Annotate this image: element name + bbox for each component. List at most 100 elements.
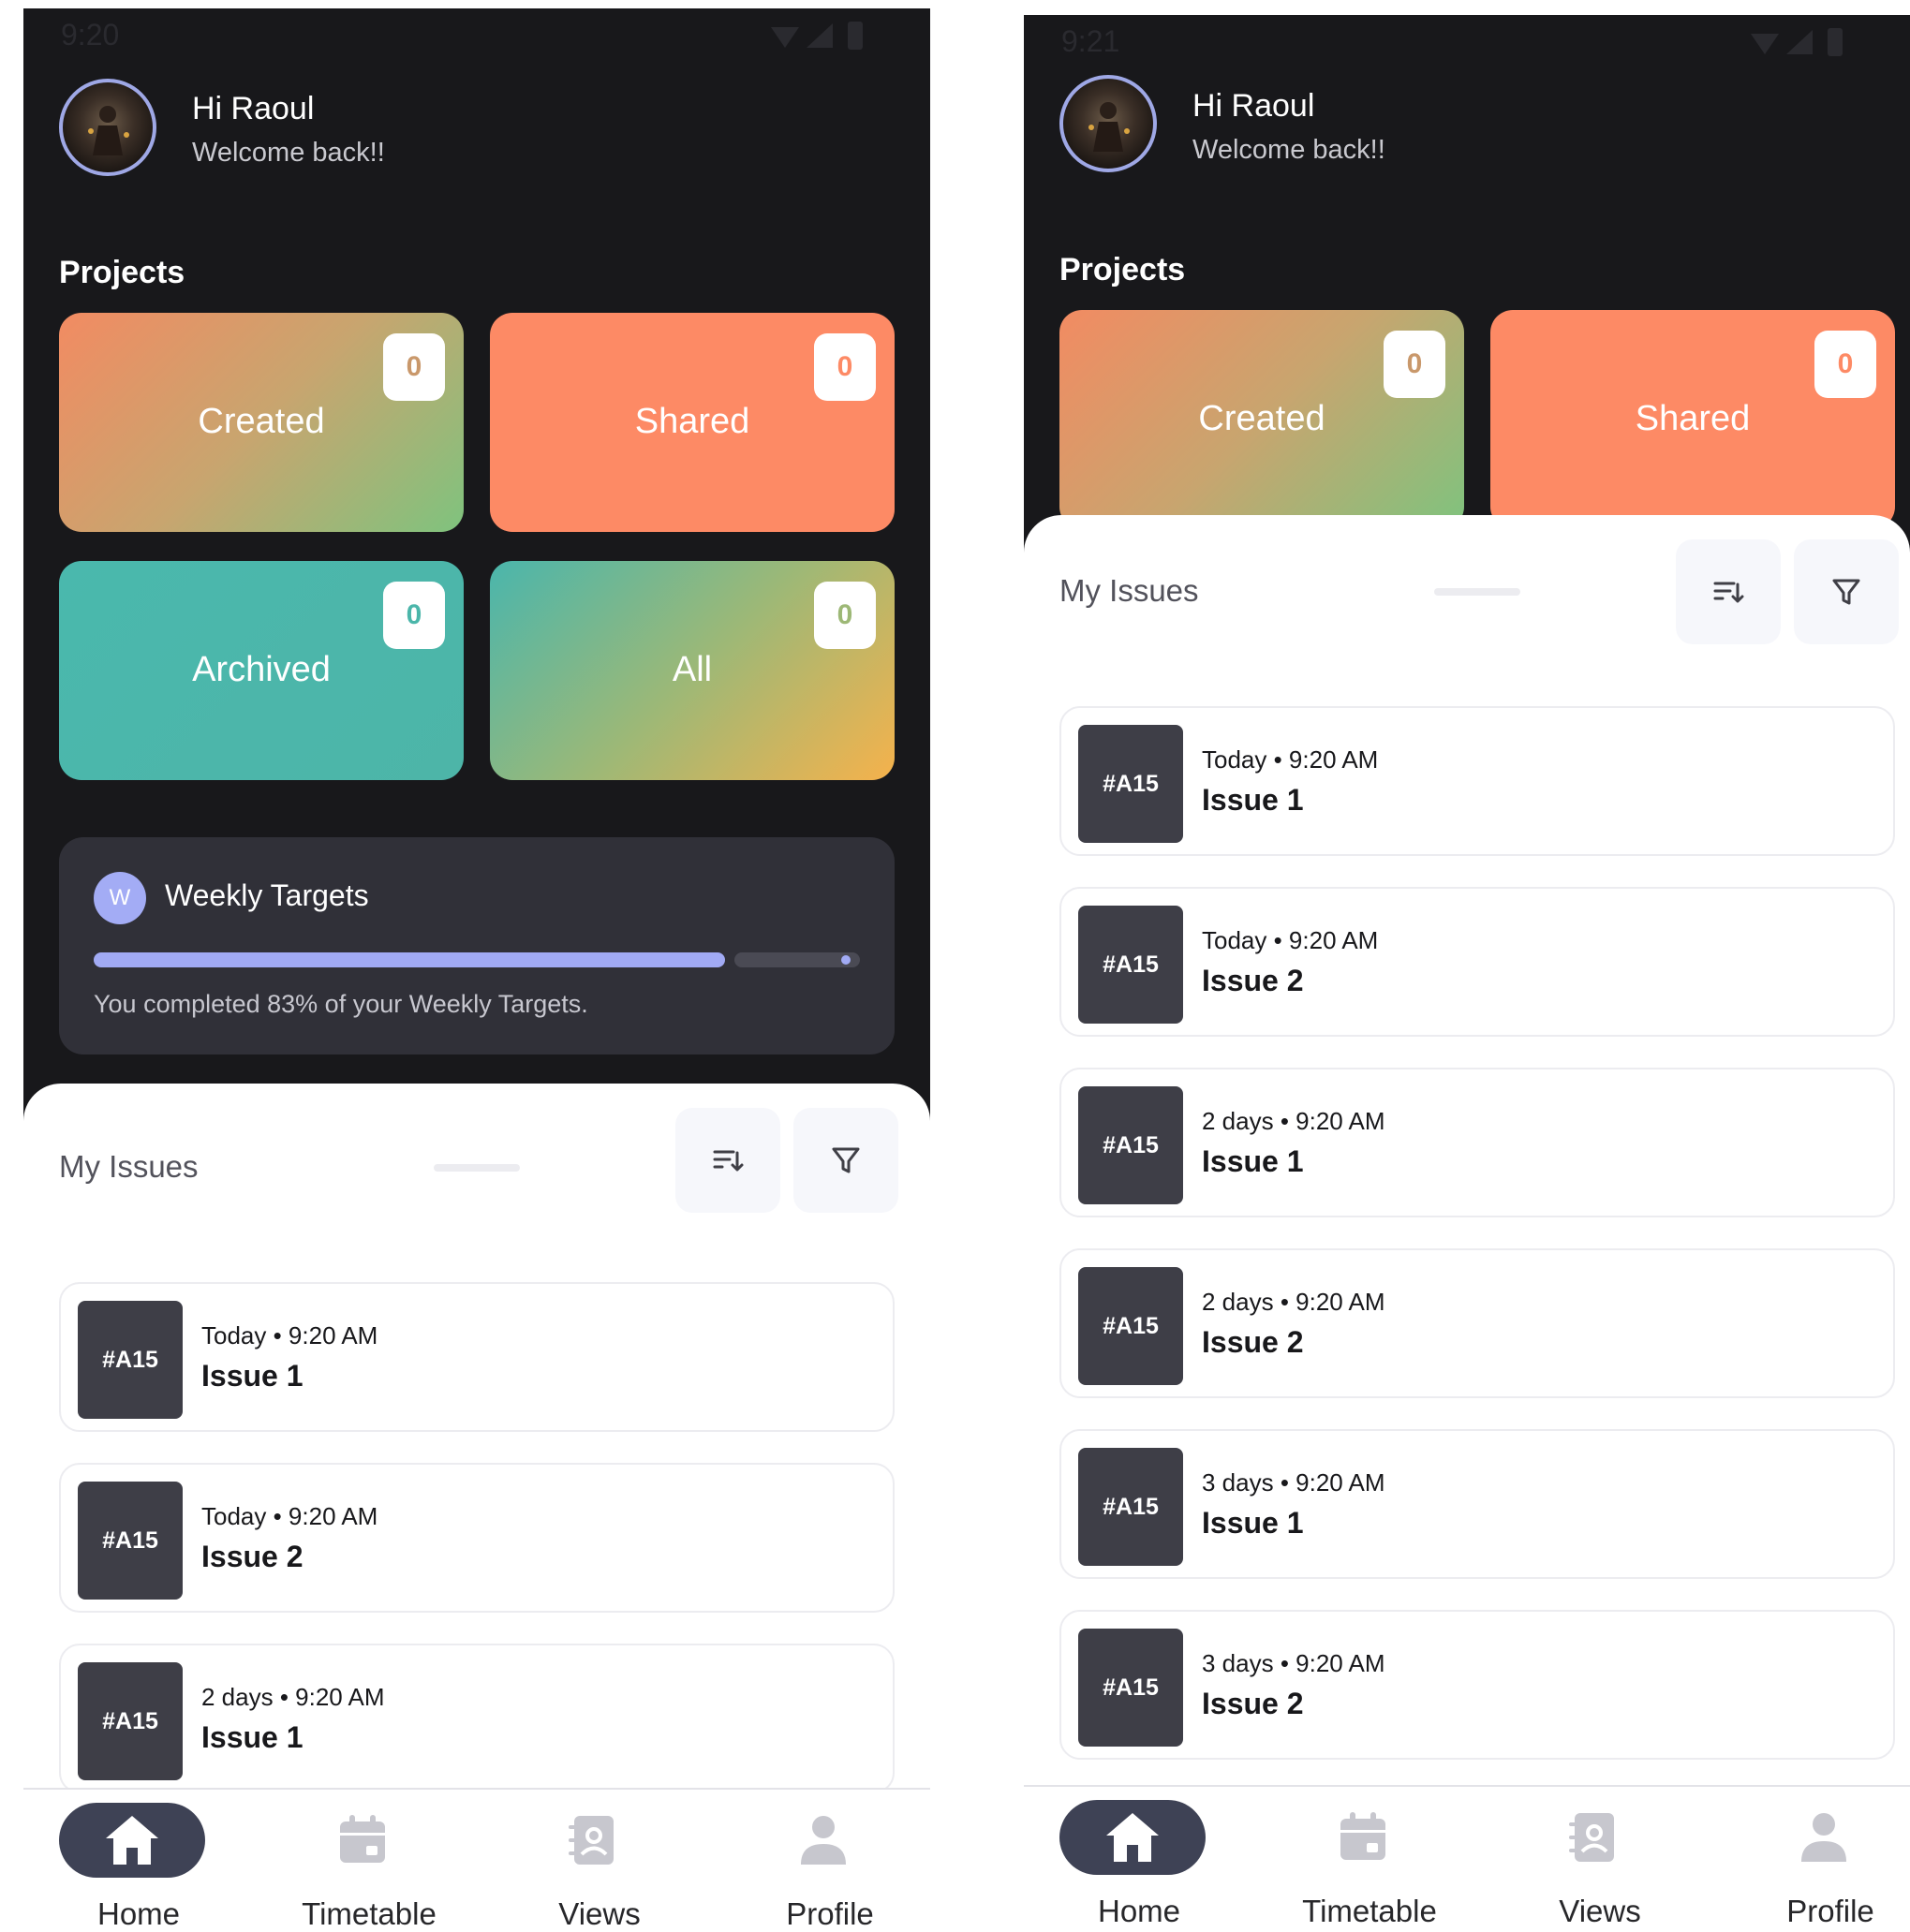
- nav-timetable[interactable]: Timetable: [254, 1790, 484, 1932]
- nav-views-pill: [1520, 1800, 1666, 1875]
- issue-meta: 3 days • 9:20 AM: [1202, 1649, 1385, 1677]
- calendar-icon: [1340, 1812, 1385, 1860]
- all-count-badge: 0: [814, 582, 876, 649]
- greeting-text: Hi Raoul: [1192, 88, 1315, 124]
- issue-card[interactable]: #A15 Today • 9:20 AM Issue 2: [59, 1463, 895, 1613]
- nav-home[interactable]: Home: [1024, 1787, 1254, 1932]
- phone-screen-home-expanded: 9:20 Hi Raoul Welcome back!! Projects 0 …: [23, 8, 930, 1932]
- status-bar: 9:20: [23, 8, 930, 61]
- nav-views[interactable]: Views: [1485, 1787, 1715, 1932]
- weekly-targets-progress: [94, 952, 860, 967]
- created-projects-card[interactable]: 0 Created: [1059, 310, 1464, 529]
- nav-timetable-label: Timetable: [302, 1896, 437, 1931]
- issue-card[interactable]: #A15 Today • 9:20 AM Issue 2: [1059, 887, 1895, 1037]
- drag-handle[interactable]: [1434, 588, 1520, 596]
- nav-home-pill: [59, 1803, 205, 1878]
- issue-card[interactable]: #A15 2 days • 9:20 AM Issue 1: [1059, 1068, 1895, 1217]
- nav-profile-pill: [750, 1803, 896, 1878]
- issue-title: Issue 2: [1202, 1325, 1304, 1359]
- nav-home-label: Home: [96, 1896, 181, 1931]
- phone-screen-home-scrolled: 9:21 Hi Raoul Welcome back!! Projects 0 …: [1024, 15, 1910, 1932]
- issue-card[interactable]: #A15 2 days • 9:20 AM Issue 1: [59, 1644, 895, 1793]
- nav-timetable[interactable]: Timetable: [1254, 1787, 1485, 1932]
- weekly-targets-title: Weekly Targets: [165, 878, 369, 912]
- shared-projects-card[interactable]: 0 Shared: [1490, 310, 1895, 529]
- shared-count-badge: 0: [814, 333, 876, 401]
- archived-count-badge: 0: [383, 582, 445, 649]
- issue-meta: Today • 9:20 AM: [1202, 745, 1379, 774]
- sort-button[interactable]: [1676, 539, 1781, 644]
- nav-views[interactable]: Views: [484, 1790, 715, 1932]
- nav-home[interactable]: Home: [23, 1790, 254, 1932]
- nav-profile[interactable]: Profile: [715, 1790, 930, 1932]
- created-count-badge: 0: [383, 333, 445, 401]
- issue-id-badge: #A15: [1078, 1629, 1183, 1747]
- drag-handle[interactable]: [434, 1164, 520, 1172]
- bottom-navigation: Home Timetable Views Profile: [1024, 1785, 1910, 1932]
- contact-book-icon: [569, 1816, 614, 1865]
- weekly-targets-caption: You completed 83% of your Weekly Targets…: [94, 990, 588, 1018]
- issue-card[interactable]: #A15 3 days • 9:20 AM Issue 1: [1059, 1429, 1895, 1579]
- contact-book-icon: [1569, 1813, 1614, 1862]
- issue-card[interactable]: #A15 3 days • 9:20 AM Issue 2: [1059, 1610, 1895, 1760]
- my-issues-sheet: My Issues #A15 Today • 9:20 AM Issue 1 #…: [23, 1084, 930, 1795]
- issue-card[interactable]: #A15 Today • 9:20 AM Issue 1: [1059, 706, 1895, 856]
- issue-id-badge: #A15: [1078, 906, 1183, 1024]
- issue-title: Issue 2: [201, 1540, 304, 1573]
- nav-timetable-pill: [1290, 1800, 1436, 1875]
- status-icons: [1751, 28, 1843, 56]
- issue-card[interactable]: #A15 2 days • 9:20 AM Issue 2: [1059, 1248, 1895, 1398]
- avatar[interactable]: [59, 79, 156, 176]
- issue-meta: 2 days • 9:20 AM: [1202, 1288, 1385, 1316]
- filter-button[interactable]: [1794, 539, 1899, 644]
- shared-projects-card[interactable]: 0 Shared: [490, 313, 895, 532]
- created-card-label: Created: [198, 402, 325, 441]
- archived-card-label: Archived: [192, 650, 331, 689]
- sort-button[interactable]: [675, 1108, 780, 1213]
- avatar[interactable]: [1059, 75, 1157, 172]
- nav-profile-label: Profile: [786, 1896, 874, 1931]
- issue-id-badge: #A15: [1078, 1086, 1183, 1204]
- status-time: 9:20: [61, 18, 120, 52]
- shared-count-badge: 0: [1814, 331, 1876, 398]
- welcome-text: Welcome back!!: [1192, 135, 1385, 165]
- issue-id-badge: #A15: [78, 1301, 183, 1419]
- issue-id-badge: #A15: [78, 1482, 183, 1600]
- created-count-badge: 0: [1384, 331, 1445, 398]
- home-icon: [106, 1816, 158, 1865]
- created-card-label: Created: [1198, 399, 1325, 438]
- created-projects-card[interactable]: 0 Created: [59, 313, 464, 532]
- status-icons: [771, 22, 863, 50]
- status-time: 9:21: [1061, 24, 1120, 58]
- filter-button[interactable]: [793, 1108, 898, 1213]
- issue-title: Issue 2: [1202, 964, 1304, 997]
- filter-icon: [1832, 579, 1860, 605]
- issue-meta: 2 days • 9:20 AM: [201, 1683, 385, 1711]
- issue-title: Issue 1: [1202, 1144, 1304, 1178]
- issue-id-badge: #A15: [1078, 1267, 1183, 1385]
- progress-end-dot: [841, 955, 851, 965]
- my-issues-sheet: My Issues #A15 Today • 9:20 AM Issue 1 #…: [1024, 515, 1910, 1807]
- nav-home-pill: [1059, 1800, 1206, 1875]
- weekly-targets-badge: W: [94, 872, 146, 924]
- avatar-person-icon: [88, 106, 129, 155]
- progress-fill: [94, 952, 725, 967]
- archived-projects-card[interactable]: 0 Archived: [59, 561, 464, 780]
- projects-title: Projects: [59, 255, 185, 290]
- welcome-text: Welcome back!!: [192, 138, 385, 168]
- issue-title: Issue 1: [201, 1720, 304, 1754]
- nav-timetable-label: Timetable: [1302, 1894, 1437, 1928]
- all-projects-card[interactable]: 0 All: [490, 561, 895, 780]
- nav-home-label: Home: [1097, 1894, 1181, 1928]
- person-icon: [801, 1816, 846, 1865]
- issue-meta: Today • 9:20 AM: [201, 1502, 378, 1530]
- issue-card[interactable]: #A15 Today • 9:20 AM Issue 1: [59, 1282, 895, 1432]
- status-bar: 9:21: [1024, 15, 1910, 67]
- nav-profile[interactable]: Profile: [1715, 1787, 1910, 1932]
- nav-views-pill: [520, 1803, 666, 1878]
- calendar-icon: [340, 1815, 385, 1863]
- nav-profile-label: Profile: [1786, 1894, 1874, 1928]
- nav-profile-pill: [1751, 1800, 1897, 1875]
- weekly-targets-card[interactable]: W Weekly Targets You completed 83% of yo…: [59, 837, 895, 1054]
- issue-meta: Today • 9:20 AM: [201, 1321, 378, 1349]
